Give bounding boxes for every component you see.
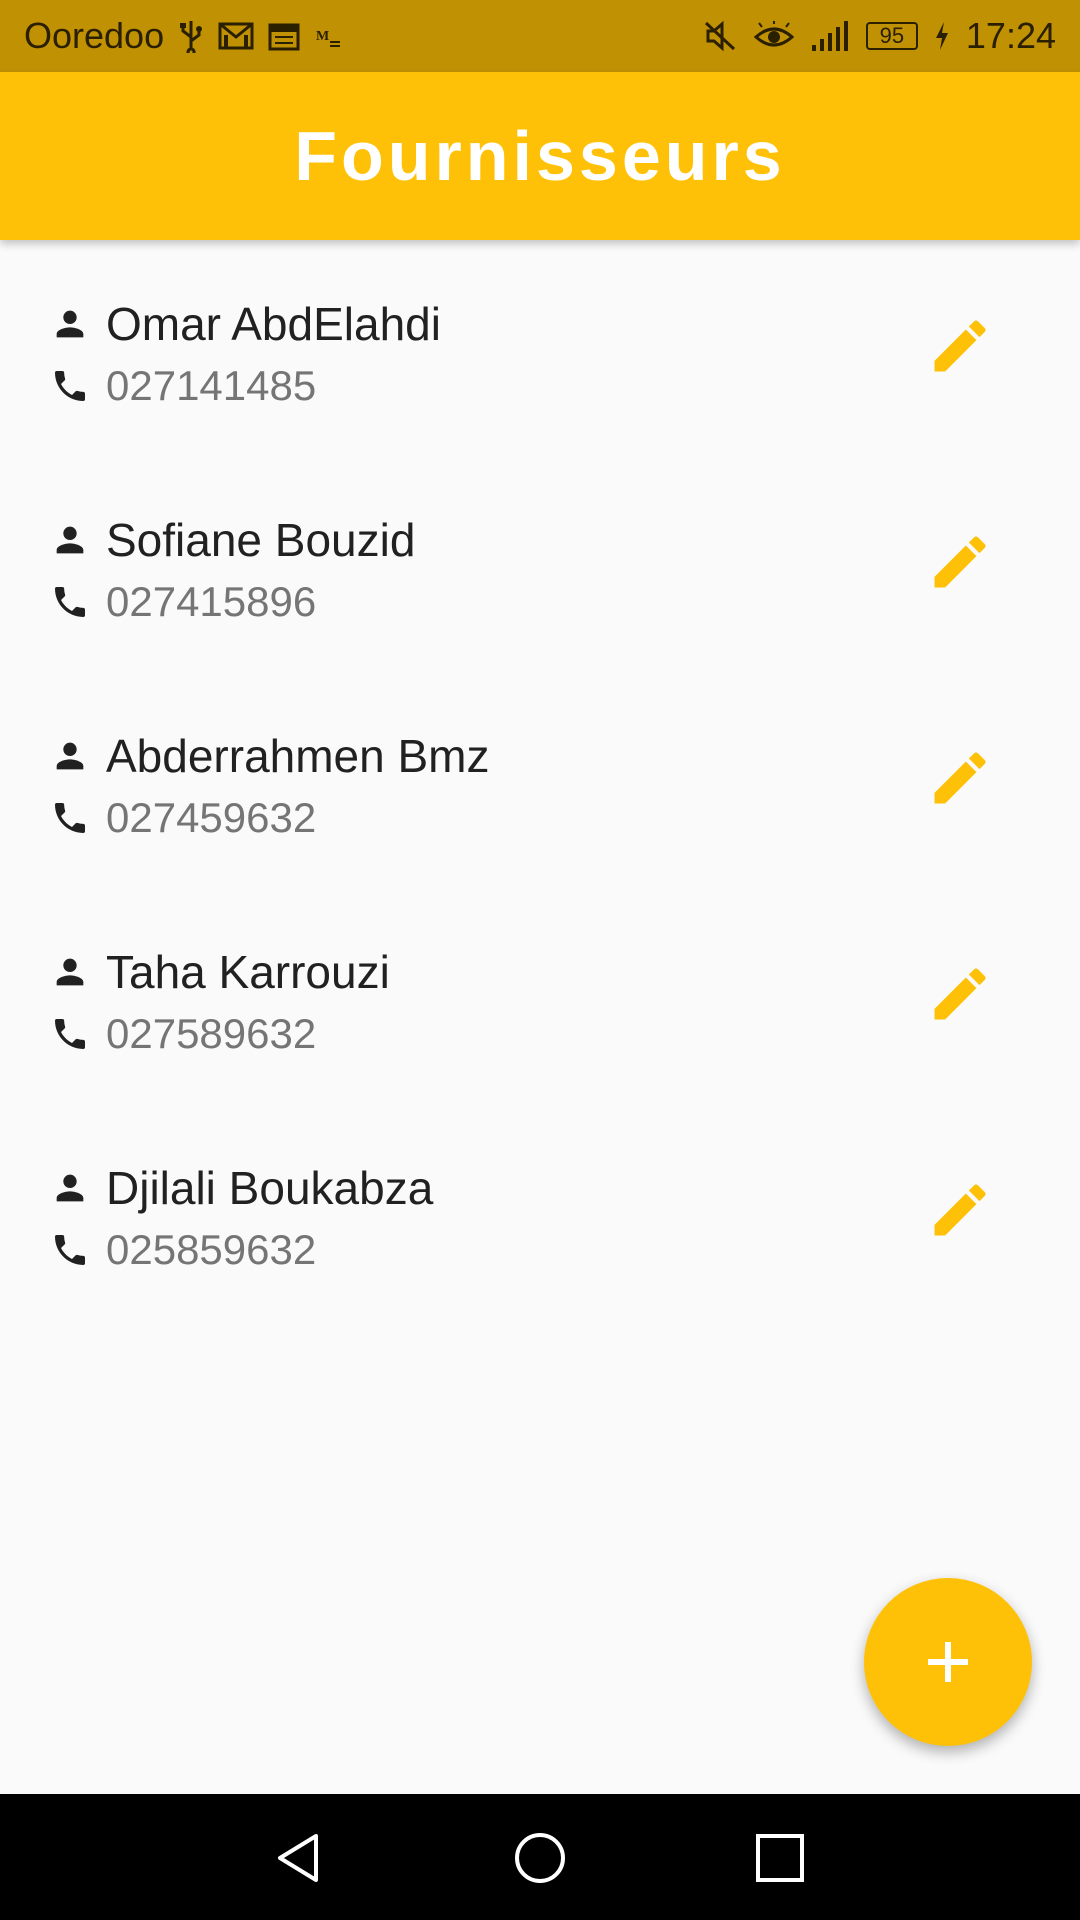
person-icon bbox=[50, 304, 90, 344]
svg-text:M: M bbox=[316, 29, 329, 44]
edit-button[interactable] bbox=[918, 736, 1002, 820]
list-item[interactable]: Taha Karrouzi 027589632 bbox=[0, 888, 1080, 1104]
supplier-name: Abderrahmen Bmz bbox=[106, 730, 490, 782]
supplier-phone-line: 027459632 bbox=[50, 788, 316, 848]
calendar-icon bbox=[268, 21, 300, 51]
supplier-phone: 027141485 bbox=[106, 362, 317, 409]
supplier-list: Omar AbdElahdi 027141485 Sofiane Bouzid … bbox=[0, 240, 1080, 1320]
phone-icon bbox=[50, 1014, 90, 1054]
edit-icon bbox=[926, 960, 994, 1028]
supplier-phone-line: 027141485 bbox=[50, 356, 316, 416]
person-icon bbox=[50, 952, 90, 992]
supplier-name: Djilali Boukabza bbox=[106, 1162, 434, 1214]
edit-button[interactable] bbox=[918, 952, 1002, 1036]
list-item[interactable]: Sofiane Bouzid 027415896 bbox=[0, 456, 1080, 672]
edit-button[interactable] bbox=[918, 304, 1002, 388]
signal-icon bbox=[810, 19, 850, 53]
carrier-label: Ooredoo bbox=[24, 15, 165, 56]
edit-icon bbox=[926, 312, 994, 380]
list-item[interactable]: Omar AbdElahdi 027141485 bbox=[0, 240, 1080, 456]
battery-level: 95 bbox=[879, 23, 905, 48]
add-icon bbox=[920, 1634, 976, 1690]
edit-icon bbox=[926, 528, 994, 596]
status-bar: Ooredoo M 95 17:24 bbox=[0, 0, 1080, 72]
add-supplier-button[interactable] bbox=[864, 1578, 1032, 1746]
edit-button[interactable] bbox=[918, 520, 1002, 604]
usb-icon bbox=[178, 19, 204, 53]
home-icon[interactable] bbox=[514, 1832, 566, 1884]
supplier-phone: 025859632 bbox=[106, 1226, 317, 1273]
edit-button[interactable] bbox=[918, 1168, 1002, 1252]
supplier-phone-line: 027589632 bbox=[50, 1004, 316, 1064]
phone-icon bbox=[50, 1230, 90, 1270]
gmail-icon bbox=[218, 21, 254, 51]
phone-icon bbox=[50, 366, 90, 406]
recents-icon[interactable] bbox=[754, 1832, 806, 1884]
supplier-name: Taha Karrouzi bbox=[106, 946, 390, 998]
supplier-phone: 027459632 bbox=[106, 794, 317, 841]
eye-icon bbox=[753, 21, 794, 51]
supplier-name-line: Abderrahmen Bmz bbox=[50, 724, 490, 788]
phone-icon bbox=[50, 798, 90, 838]
clock: 17:24 bbox=[965, 15, 1056, 56]
supplier-name-line: Sofiane Bouzid bbox=[50, 508, 415, 572]
supplier-phone-line: 027415896 bbox=[50, 572, 316, 632]
list-item[interactable]: Abderrahmen Bmz 027459632 bbox=[0, 672, 1080, 888]
navigation-bar bbox=[0, 1794, 1080, 1920]
app-bar: Fournisseurs bbox=[0, 72, 1080, 240]
edit-icon bbox=[926, 744, 994, 812]
supplier-phone: 027415896 bbox=[106, 578, 317, 625]
charging-icon bbox=[934, 21, 950, 51]
edit-icon bbox=[926, 1176, 994, 1244]
supplier-phone: 027589632 bbox=[106, 1010, 317, 1057]
supplier-name-line: Omar AbdElahdi bbox=[50, 292, 441, 356]
supplier-name-line: Taha Karrouzi bbox=[50, 940, 390, 1004]
person-icon bbox=[50, 520, 90, 560]
mail-icon: M bbox=[314, 22, 342, 50]
mute-icon bbox=[702, 19, 738, 53]
supplier-name-line: Djilali Boukabza bbox=[50, 1156, 433, 1220]
page-title: Fournisseurs bbox=[294, 117, 786, 195]
phone-icon bbox=[50, 582, 90, 622]
battery-icon: 95 bbox=[865, 22, 918, 50]
list-item[interactable]: Djilali Boukabza 025859632 bbox=[0, 1104, 1080, 1320]
supplier-name: Sofiane Bouzid bbox=[106, 514, 416, 566]
person-icon bbox=[50, 1168, 90, 1208]
supplier-name: Omar AbdElahdi bbox=[106, 298, 441, 350]
back-icon[interactable] bbox=[272, 1832, 324, 1884]
person-icon bbox=[50, 736, 90, 776]
supplier-phone-line: 025859632 bbox=[50, 1220, 316, 1280]
